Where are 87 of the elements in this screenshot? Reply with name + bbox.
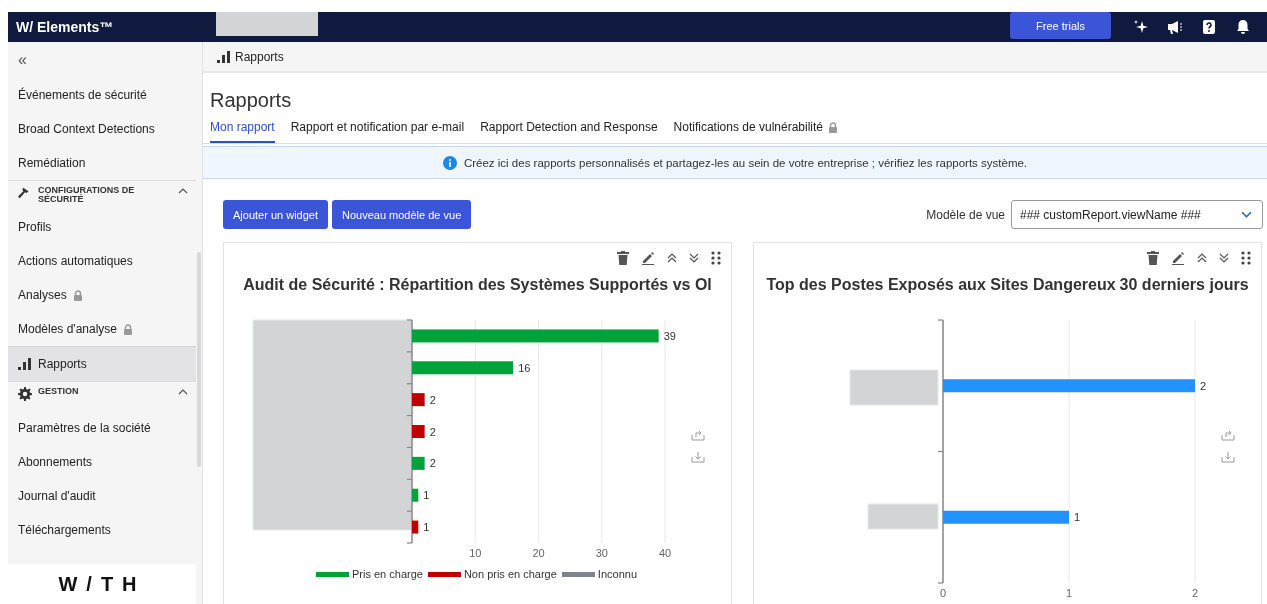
value-label: 1 <box>423 521 430 534</box>
tick-label: 0 <box>939 587 947 599</box>
share-icon[interactable] <box>691 429 705 441</box>
legend-label[interactable]: Non pris en charge <box>463 568 557 580</box>
bell-icon[interactable] <box>1235 19 1251 35</box>
legend-swatch[interactable] <box>427 571 461 577</box>
chevron-down-icon <box>1241 211 1252 218</box>
sidebar-item[interactable]: Modèles d'analyse <box>8 312 196 346</box>
tick-label: 2 <box>1191 587 1199 599</box>
chevron-icon[interactable] <box>178 188 188 194</box>
action-button[interactable]: Nouveau modèle de vue <box>332 200 472 229</box>
drag-handle-icon[interactable] <box>1241 251 1251 265</box>
bar <box>412 488 419 502</box>
info-icon <box>442 155 457 170</box>
bar-chart-icon <box>18 358 32 370</box>
value-label: 1 <box>1074 511 1081 524</box>
value-label: 2 <box>429 425 436 438</box>
edit-icon[interactable] <box>1171 251 1185 265</box>
sidebar-item[interactable]: Abonnements <box>8 445 196 479</box>
sidebar-section-header[interactable]: GESTION <box>8 381 196 411</box>
view-model-label: Modèle de vue <box>926 207 1005 222</box>
widget-subtitle: 30 derniers jours <box>1119 276 1249 295</box>
tick-label: 1 <box>1065 587 1073 599</box>
breadcrumb: Rapports <box>235 49 284 64</box>
value-label: 1 <box>423 489 430 502</box>
bar <box>412 456 425 470</box>
download-icon[interactable] <box>1221 451 1235 463</box>
widget-title: Top des Postes Exposés aux Sites Dangereux <box>766 276 1116 295</box>
free-trials-button[interactable]: Free trials <box>1010 12 1111 39</box>
view-model-dropdown[interactable]: ### customReport.viewName ### <box>1011 200 1263 229</box>
lock-icon <box>123 323 134 335</box>
chevron-icon[interactable] <box>178 389 188 395</box>
sidebar-item[interactable]: Événements de sécurité <box>8 78 196 112</box>
page-title: Rapports <box>210 89 293 112</box>
collapse-button[interactable]: « <box>8 42 37 78</box>
sidebar-item[interactable]: Paramètres de la société <box>8 411 196 445</box>
widget-title: Audit de Sécurité : Répartition des Systèmes Supportés vs Ol <box>243 276 712 295</box>
bar <box>412 393 425 407</box>
move-up-icon[interactable] <box>667 252 677 264</box>
value-label: 2 <box>429 457 436 470</box>
tab[interactable]: Notifications de vulnérabilité <box>673 117 838 143</box>
legend-swatch[interactable] <box>561 571 595 577</box>
app-logo: W/ Elements™ <box>16 19 115 35</box>
info-text: Créez ici des rapports personnalisés et partagez-les au sein de votre entreprise ; vérifiez les rapports système. <box>463 156 1028 169</box>
action-button[interactable]: Ajouter un widget <box>223 200 328 229</box>
tick-label: 10 <box>469 547 482 559</box>
sidebar-section-header[interactable]: CONFIGURATIONS DE SÉCURITÉ <box>8 180 196 210</box>
edit-icon[interactable] <box>641 251 655 265</box>
bar-chart-icon <box>217 50 231 63</box>
move-down-icon[interactable] <box>689 252 699 264</box>
footer-logo: W/TH <box>58 572 146 596</box>
delete-icon[interactable] <box>617 251 629 265</box>
legend-swatch[interactable] <box>315 571 349 577</box>
redacted-block <box>867 503 939 530</box>
delete-icon[interactable] <box>1147 251 1159 265</box>
move-down-icon[interactable] <box>1219 252 1229 264</box>
help-icon[interactable] <box>1201 19 1217 35</box>
value-label: 16 <box>518 361 531 374</box>
sidebar-item[interactable]: Téléchargements <box>8 513 196 547</box>
tab[interactable]: Mon rapport <box>210 117 275 143</box>
sidebar-item[interactable]: Rapports <box>8 346 196 381</box>
legend-label[interactable]: Pris en charge <box>351 568 423 580</box>
legend-label[interactable]: Inconnu <box>597 568 637 580</box>
sidebar-item[interactable]: Broad Context Detections <box>8 112 196 146</box>
sidebar-item[interactable]: Remédiation <box>8 146 196 180</box>
bar <box>412 520 419 534</box>
lock-icon <box>828 121 838 133</box>
tab[interactable]: Rapport et notification par e-mail <box>290 117 465 143</box>
value-label: 39 <box>663 329 676 342</box>
sidebar-item[interactable]: Actions automatiques <box>8 244 196 278</box>
drag-handle-icon[interactable] <box>711 251 721 265</box>
sidebar-item[interactable]: Analyses <box>8 278 196 312</box>
sidebar-item[interactable]: Profils <box>8 210 196 244</box>
tick-label: 30 <box>595 547 608 559</box>
download-icon[interactable] <box>691 451 705 463</box>
value-label: 2 <box>1200 379 1207 392</box>
sidebar-item[interactable]: Journal d'audit <box>8 479 196 513</box>
move-up-icon[interactable] <box>1197 252 1207 264</box>
value-label: 2 <box>429 393 436 406</box>
lock-icon <box>72 289 83 301</box>
tab[interactable]: Rapport Detection and Response <box>480 117 658 143</box>
share-icon[interactable] <box>1221 429 1235 441</box>
tick-label: 40 <box>658 547 672 559</box>
megaphone-icon[interactable] <box>1167 19 1183 35</box>
bar <box>412 425 425 438</box>
tick-label: 20 <box>532 547 545 559</box>
gear-icon <box>18 387 32 401</box>
